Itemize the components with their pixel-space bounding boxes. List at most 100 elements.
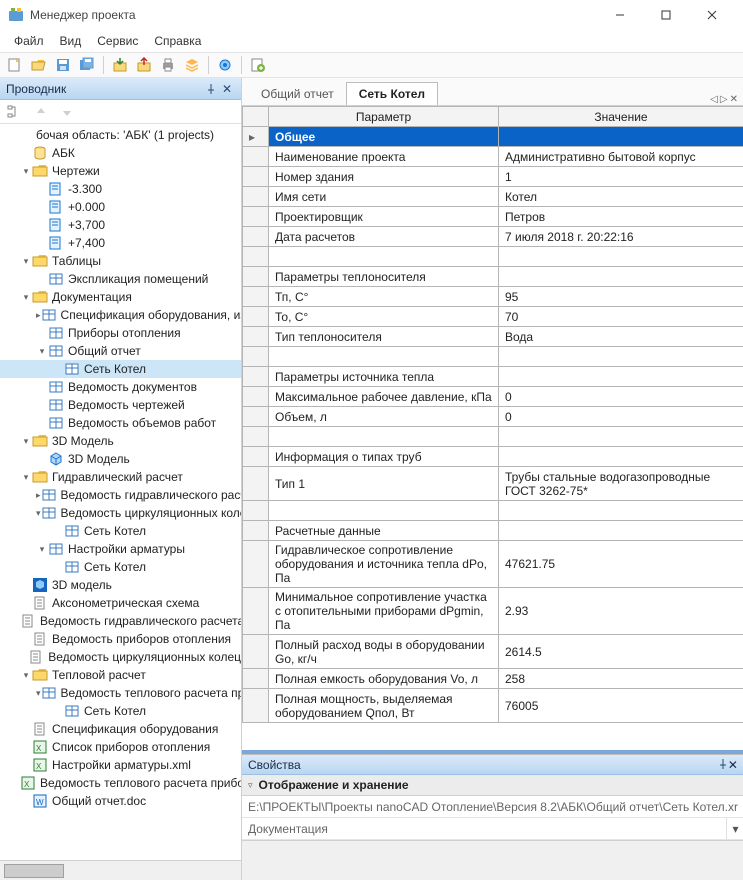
prop-category-value[interactable]: Документация — [242, 822, 726, 836]
grid-row[interactable]: Информация о типах труб — [243, 447, 743, 467]
tab-next-icon[interactable]: ▷ — [720, 94, 728, 105]
param-cell[interactable]: Номер здания — [269, 167, 499, 187]
tree-item[interactable]: Приборы отопления — [0, 324, 241, 342]
param-cell[interactable]: Полный расход воды в оборудовании Go, кг… — [269, 635, 499, 669]
param-cell[interactable]: Параметры теплоносителя — [269, 267, 499, 287]
param-cell[interactable]: Наименование проекта — [269, 147, 499, 167]
grid-row[interactable]: ПроектировщикПетров — [243, 207, 743, 227]
grid-row[interactable] — [243, 247, 743, 267]
value-cell[interactable]: 2614.5 — [499, 635, 743, 669]
param-cell[interactable]: Проектировщик — [269, 207, 499, 227]
tree-item[interactable]: ▾Тепловой расчет — [0, 666, 241, 684]
value-cell[interactable] — [499, 367, 743, 387]
param-cell[interactable]: То, С° — [269, 307, 499, 327]
tree-view-icon[interactable] — [4, 101, 26, 123]
toolbar-save-icon[interactable] — [52, 54, 74, 76]
twisty-icon[interactable]: ▾ — [20, 436, 32, 447]
param-cell[interactable]: Максимальное рабочее давление, кПа — [269, 387, 499, 407]
grid-col-param[interactable]: Параметр — [269, 107, 499, 127]
tree-item[interactable]: Сеть Котел — [0, 702, 241, 720]
value-cell[interactable]: 0 — [499, 387, 743, 407]
grid-row[interactable]: ▸Общее — [243, 127, 743, 147]
twisty-icon[interactable]: ▾ — [36, 544, 48, 555]
grid-row[interactable]: Наименование проектаАдминистративно быто… — [243, 147, 743, 167]
tree-root[interactable]: бочая область: 'АБК' (1 projects) — [0, 126, 241, 144]
toolbar-new-icon[interactable] — [4, 54, 26, 76]
tree-item[interactable]: XВедомость теплового расчета прибор — [0, 774, 241, 792]
maximize-button[interactable] — [643, 0, 689, 30]
value-cell[interactable]: Вода — [499, 327, 743, 347]
toolbar-print-icon[interactable] — [157, 54, 179, 76]
tree-item[interactable]: 3D Модель — [0, 450, 241, 468]
value-cell[interactable]: Котел — [499, 187, 743, 207]
menu-help[interactable]: Справка — [146, 32, 209, 50]
param-cell[interactable]: Гидравлическое сопротивление оборудовани… — [269, 541, 499, 588]
menu-view[interactable]: Вид — [52, 32, 90, 50]
arrow-up-icon[interactable] — [30, 101, 52, 123]
tree-item[interactable]: Ведомость объемов работ — [0, 414, 241, 432]
grid-row[interactable]: Тп, С°95 — [243, 287, 743, 307]
tree-item[interactable]: Ведомость документов — [0, 378, 241, 396]
tree-item[interactable]: XНастройки арматуры.xml — [0, 756, 241, 774]
value-cell[interactable]: Административно бытовой корпус — [499, 147, 743, 167]
param-cell[interactable]: Тип 1 — [269, 467, 499, 501]
value-cell[interactable]: Петров — [499, 207, 743, 227]
tree-item[interactable]: XСписок приборов отопления — [0, 738, 241, 756]
toolbar-import-icon[interactable] — [109, 54, 131, 76]
tree-item[interactable]: +0.000 — [0, 198, 241, 216]
grid-row[interactable]: Полный расход воды в оборудовании Go, кг… — [243, 635, 743, 669]
close-button[interactable] — [689, 0, 735, 30]
param-cell[interactable]: Полная мощность, выделяемая оборудование… — [269, 689, 499, 723]
prop-path-value[interactable]: E:\ПРОЕКТЫ\Проекты nanoCAD Отопление\Вер… — [242, 800, 743, 814]
param-cell[interactable]: Информация о типах труб — [269, 447, 499, 467]
grid-wrapper[interactable]: Параметр Значение ▸ОбщееНаименование про… — [242, 106, 743, 754]
grid-row[interactable]: Расчетные данные — [243, 521, 743, 541]
twisty-icon[interactable]: ▾ — [20, 670, 32, 681]
tree-item[interactable]: +7,400 — [0, 234, 241, 252]
tree-item[interactable]: Аксонометрическая схема — [0, 594, 241, 612]
tree-item[interactable]: Ведомость чертежей — [0, 396, 241, 414]
twisty-icon[interactable]: ▾ — [20, 166, 32, 177]
prop-group[interactable]: ▿ Отображение и хранение — [242, 775, 743, 796]
tab-general-report[interactable]: Общий отчет — [248, 82, 347, 105]
grid-row[interactable]: Минимальное сопротивление участка с отоп… — [243, 588, 743, 635]
tree-item[interactable]: Экспликация помещений — [0, 270, 241, 288]
tree-item[interactable]: +3,700 — [0, 216, 241, 234]
grid-row[interactable]: Полная мощность, выделяемая оборудование… — [243, 689, 743, 723]
param-cell[interactable]: Параметры источника тепла — [269, 367, 499, 387]
close-panel-icon[interactable]: ✕ — [728, 758, 738, 772]
dropdown-icon[interactable]: ▾ — [726, 818, 743, 839]
toolbar-export-icon[interactable] — [133, 54, 155, 76]
param-cell[interactable]: Имя сети — [269, 187, 499, 207]
tree-item[interactable]: 3D модель — [0, 576, 241, 594]
value-cell[interactable] — [499, 447, 743, 467]
tree-item[interactable]: ▾Ведомость теплового расчета при — [0, 684, 241, 702]
value-cell[interactable]: 76005 — [499, 689, 743, 723]
param-cell[interactable]: Объем, л — [269, 407, 499, 427]
menu-service[interactable]: Сервис — [89, 32, 146, 50]
menu-file[interactable]: Файл — [6, 32, 52, 50]
grid-row[interactable]: Параметры источника тепла — [243, 367, 743, 387]
tree-item[interactable]: АБК — [0, 144, 241, 162]
tree-item[interactable]: Сеть Котел — [0, 522, 241, 540]
minimize-button[interactable] — [597, 0, 643, 30]
close-panel-icon[interactable]: ✕ — [219, 81, 235, 97]
value-cell[interactable]: 95 — [499, 287, 743, 307]
value-cell[interactable]: 0 — [499, 407, 743, 427]
toolbar-layers-icon[interactable] — [181, 54, 203, 76]
tree-item[interactable]: ▾Общий отчет — [0, 342, 241, 360]
tree-item[interactable]: -3.300 — [0, 180, 241, 198]
pin-icon[interactable] — [203, 81, 219, 97]
tree-view[interactable]: бочая область: 'АБК' (1 projects)АБК▾Чер… — [0, 124, 241, 860]
grid-row[interactable] — [243, 501, 743, 521]
value-cell[interactable] — [499, 267, 743, 287]
tree-item[interactable]: ▾Чертежи — [0, 162, 241, 180]
tree-item[interactable]: Сеть Котел — [0, 558, 241, 576]
grid-row[interactable]: То, С°70 — [243, 307, 743, 327]
param-cell[interactable]: Полная емкость оборудования Vo, л — [269, 669, 499, 689]
value-cell[interactable]: 47621.75 — [499, 541, 743, 588]
value-cell[interactable]: 2.93 — [499, 588, 743, 635]
param-cell[interactable]: Расчетные данные — [269, 521, 499, 541]
param-cell[interactable]: Минимальное сопротивление участка с отоп… — [269, 588, 499, 635]
tree-item[interactable]: ▾Настройки арматуры — [0, 540, 241, 558]
